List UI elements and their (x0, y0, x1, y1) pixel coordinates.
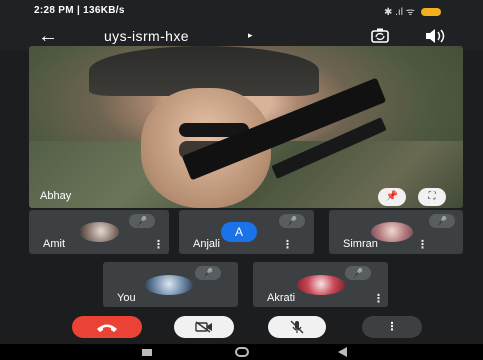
mic-off-icon: 🎤 (129, 214, 155, 228)
more-vertical-icon: ⋮ (386, 321, 398, 333)
mic-off-icon: 🎤 (195, 266, 221, 280)
mic-off-icon: 🎤 (345, 266, 371, 280)
back-icon[interactable] (338, 347, 347, 357)
participant-tile-simran[interactable]: Simran 🎤 ⋮ (329, 210, 463, 254)
more-options-icon[interactable]: ⋮ (417, 238, 428, 251)
back-arrow-icon[interactable]: ← (38, 25, 58, 47)
participant-name: Akrati (267, 292, 296, 304)
avatar (145, 275, 193, 295)
participant-tile-you[interactable]: You 🎤 (103, 262, 238, 307)
pin-icon: 📌 (385, 191, 399, 202)
switch-camera-icon[interactable] (370, 27, 390, 45)
more-options-button[interactable]: ⋮ (362, 316, 422, 338)
camera-off-icon (195, 321, 212, 333)
participant-name: You (117, 292, 136, 304)
avatar: A (221, 222, 257, 242)
fullscreen-icon: ⛶ (428, 191, 436, 202)
main-video[interactable] (29, 46, 463, 208)
participant-name: Simran (343, 238, 378, 250)
mic-off-icon: 🎤 (279, 214, 305, 228)
phone-hangup-icon (97, 324, 117, 333)
mic-off-icon: 🎤 (429, 214, 455, 228)
participant-name: Amit (43, 238, 65, 250)
more-options-icon[interactable]: ⋮ (282, 238, 293, 251)
caret-right-icon[interactable]: ▸ (248, 30, 253, 41)
status-icons: ✱ .ıl ᯤ (384, 4, 441, 18)
recents-icon[interactable] (142, 349, 152, 356)
home-icon[interactable] (235, 347, 249, 357)
speaker-icon[interactable] (424, 27, 446, 45)
end-call-button[interactable] (72, 316, 142, 338)
more-options-icon[interactable]: ⋮ (373, 292, 384, 305)
signal-icons: ✱ .ıl ᯤ (384, 7, 415, 18)
status-bar: 2:28 PM | 136KB/s ✱ .ıl ᯤ (0, 0, 483, 22)
participant-tile-akrati[interactable]: Akrati 🎤 ⋮ (253, 262, 388, 307)
battery-icon (420, 8, 441, 17)
avatar (297, 275, 345, 295)
avatar (79, 222, 119, 242)
meeting-code[interactable]: uys-isrm-hxe (104, 28, 189, 44)
participant-tile-anjali[interactable]: A Anjali 🎤 ⋮ (179, 210, 314, 254)
avatar-letter: A (234, 225, 243, 239)
mic-off-icon (290, 320, 304, 334)
camera-off-button[interactable] (174, 316, 234, 338)
status-time: 2:28 PM | 136KB/s (34, 5, 125, 16)
pin-button[interactable]: 📌 (378, 188, 406, 206)
main-speaker-name: Abhay (40, 190, 72, 202)
mic-off-button[interactable] (268, 316, 326, 338)
participant-tile-amit[interactable]: Amit 🎤 ⋮ (29, 210, 169, 254)
fullscreen-button[interactable]: ⛶ (418, 188, 446, 206)
more-options-icon[interactable]: ⋮ (153, 238, 164, 251)
participant-name: Anjali (193, 238, 220, 250)
